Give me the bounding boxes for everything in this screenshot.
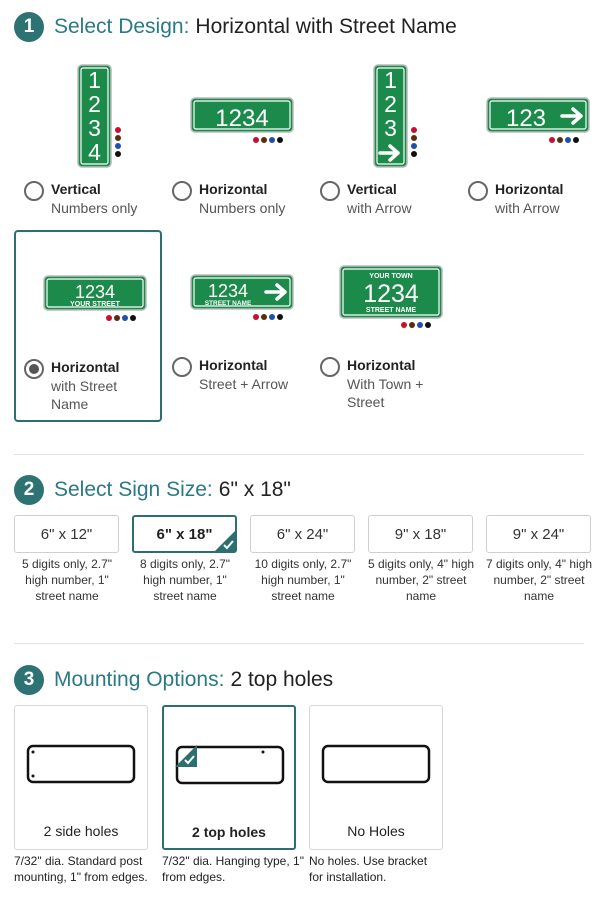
step-1-header: 1 Select Design: Horizontal with Street … <box>14 12 457 42</box>
sign-street: YOUR STREET <box>70 301 121 308</box>
radio-button[interactable] <box>172 357 192 377</box>
step-selected-value: 6" x 18" <box>218 478 291 501</box>
step-title: Select Sign Size: <box>54 478 213 501</box>
design-title: Vertical <box>51 181 101 197</box>
sign-number: 123 <box>506 105 546 132</box>
design-radio[interactable]: Horizontal with Arrow <box>468 180 563 217</box>
step-3-header: 3 Mounting Options: 2 top holes <box>14 665 333 695</box>
design-subtitle: Street + Arrow <box>199 375 289 392</box>
section-divider <box>14 643 584 644</box>
sign-preview: 1 2 3 4 <box>77 64 121 168</box>
sign-digit: 3 <box>384 115 397 141</box>
size-description: 5 digits only, 2.7" high number, 1" stre… <box>21 557 113 603</box>
design-radio[interactable]: Horizontal With Town + Street <box>320 356 447 412</box>
sign-street: STREET NAME <box>205 300 252 307</box>
mounting-label: No Holes <box>347 823 405 839</box>
mounting-description: No holes. Use bracket for installation. <box>309 854 428 884</box>
design-option-horizontal-numbers[interactable]: 1234 Horizontal Numbers only <box>162 58 310 250</box>
mounting-description: 7/32" dia. Hanging type, 1" from edges. <box>162 854 304 884</box>
sign-preview: 123 <box>486 97 590 143</box>
step-number: 3 <box>14 665 44 695</box>
size-option-6x12[interactable]: 6" x 12" <box>14 515 119 553</box>
size-option-6x18[interactable]: 6" x 18" <box>132 515 237 553</box>
step-selected-value: Horizontal with Street Name <box>195 15 457 38</box>
size-label: 6" x 18" <box>156 525 213 543</box>
design-subtitle: With Town + Street <box>347 375 424 411</box>
design-subtitle: Numbers only <box>199 199 286 216</box>
design-title: Horizontal <box>199 357 268 373</box>
sign-digit: 2 <box>384 91 397 117</box>
step-title: Select Design: <box>54 15 190 38</box>
sign-digit: 1 <box>88 67 101 93</box>
sign-preview: 1234 YOUR STREET <box>43 275 147 321</box>
radio-button-selected[interactable] <box>24 359 44 379</box>
step-title: Mounting Options: <box>54 668 225 691</box>
sign-preview: 1234 <box>190 97 294 143</box>
design-title: Horizontal <box>495 181 564 197</box>
size-option-9x24[interactable]: 9" x 24" <box>486 515 591 553</box>
step-number: 2 <box>14 475 44 505</box>
sign-blank-side-holes-icon <box>26 744 136 784</box>
sign-digit: 1 <box>384 67 397 93</box>
design-title: Vertical <box>347 181 397 197</box>
design-option-street-arrow[interactable]: 1234 STREET NAME Horizontal Street + Arro… <box>162 230 310 422</box>
step-2-header: 2 Select Sign Size: 6" x 18" <box>14 475 291 505</box>
sign-digit: 3 <box>88 115 101 141</box>
design-subtitle: with Arrow <box>347 199 412 216</box>
sign-digit: 4 <box>88 139 101 165</box>
sign-number: 1234 <box>363 280 419 308</box>
section-divider <box>14 454 584 455</box>
sign-blank-no-holes-icon <box>321 744 431 784</box>
size-option-6x24[interactable]: 6" x 24" <box>250 515 355 553</box>
sign-number: 1234 <box>208 281 248 301</box>
mounting-option-no-holes[interactable]: No Holes <box>309 705 443 850</box>
design-radio[interactable]: Vertical Numbers only <box>24 180 137 217</box>
sign-number: 1234 <box>75 282 115 302</box>
design-radio[interactable]: Horizontal with Street Name <box>24 358 151 414</box>
mounting-option-side-holes[interactable]: 2 side holes <box>14 705 148 850</box>
size-description: 5 digits only, 4" high number, 2" street… <box>367 557 475 603</box>
design-option-vertical-arrow[interactable]: 1 2 3 Vertical with Arrow <box>310 58 458 250</box>
radio-button[interactable] <box>320 357 340 377</box>
sign-preview: 1234 STREET NAME <box>190 274 294 320</box>
design-radio[interactable]: Horizontal Numbers only <box>172 180 285 217</box>
design-subtitle: Numbers only <box>51 199 138 216</box>
size-option-9x18[interactable]: 9" x 18" <box>368 515 473 553</box>
mounting-label: 2 top holes <box>192 824 266 840</box>
radio-button[interactable] <box>24 181 44 201</box>
design-radio[interactable]: Vertical with Arrow <box>320 180 412 217</box>
design-title: Horizontal <box>199 181 268 197</box>
design-radio[interactable]: Horizontal Street + Arrow <box>172 356 288 393</box>
design-option-horizontal-arrow[interactable]: 123 Horizontal with Arrow <box>458 58 598 250</box>
sign-street: STREET NAME <box>366 307 417 314</box>
check-icon <box>214 530 236 552</box>
step-number: 1 <box>14 12 44 42</box>
design-option-town-street[interactable]: YOUR TOWN 1234 STREET NAME Horizontal Wit… <box>310 230 458 422</box>
radio-button[interactable] <box>172 181 192 201</box>
check-icon <box>175 745 197 767</box>
size-description: 7 digits only, 4" high number, 2" street… <box>485 557 593 603</box>
sign-number: 1234 <box>215 105 268 132</box>
sign-town: YOUR TOWN <box>369 273 412 280</box>
size-description: 10 digits only, 2.7" high number, 1" str… <box>254 557 352 603</box>
design-subtitle: with Arrow <box>495 199 560 216</box>
sign-preview: 1 2 3 <box>373 64 417 168</box>
size-description: 8 digits only, 2.7" high number, 1" stre… <box>139 557 231 603</box>
design-title: Horizontal <box>347 357 416 373</box>
sign-preview: YOUR TOWN 1234 STREET NAME <box>339 265 443 328</box>
design-option-vertical-numbers[interactable]: 1 2 3 4 Vertical Numbers only <box>14 58 162 250</box>
mounting-option-top-holes[interactable]: 2 top holes <box>162 705 296 850</box>
sign-digit: 2 <box>88 91 101 117</box>
design-subtitle: with Street Name <box>51 377 118 413</box>
step-selected-value: 2 top holes <box>230 668 334 691</box>
design-option-horizontal-street[interactable]: 1234 YOUR STREET Horizontal with Street N… <box>14 230 162 422</box>
mounting-description: 7/32" dia. Standard post mounting, 1" fr… <box>14 854 148 884</box>
radio-button[interactable] <box>468 181 488 201</box>
mounting-label: 2 side holes <box>43 823 119 839</box>
radio-button[interactable] <box>320 181 340 201</box>
design-title: Horizontal <box>51 359 120 375</box>
